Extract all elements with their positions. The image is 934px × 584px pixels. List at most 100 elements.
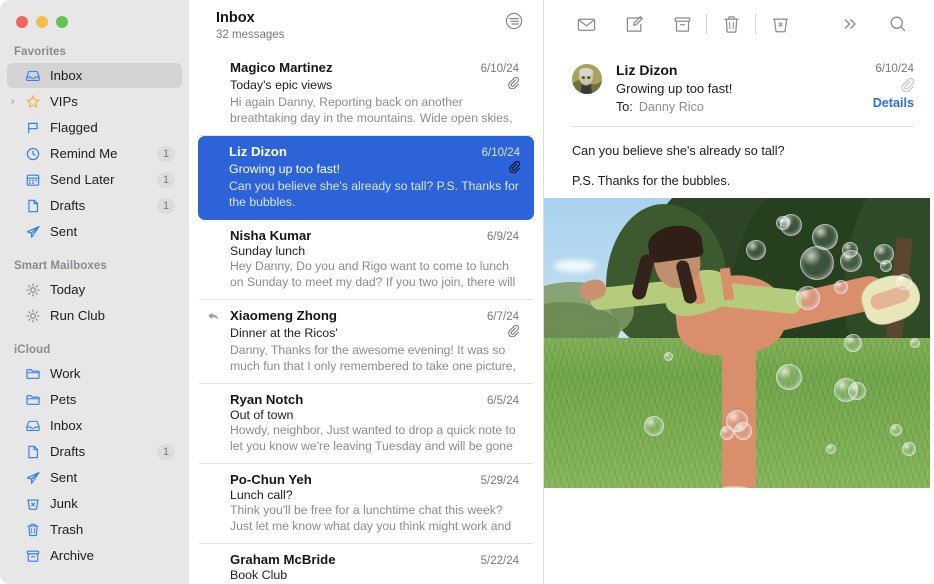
sidebar-item-today[interactable]: Today: [7, 277, 182, 302]
message-date: 6/7/24: [487, 311, 519, 323]
trash-icon: [25, 522, 41, 538]
sidebar-section-title: Favorites: [0, 40, 189, 63]
replied-icon: [207, 310, 220, 328]
mail-window: FavoritesInbox›VIPsFlaggedRemind Me1Send…: [0, 0, 934, 584]
sidebar-item-junk[interactable]: Junk: [7, 491, 182, 516]
sidebar-item-label: Sent: [50, 224, 77, 239]
sidebar-item-archive[interactable]: Archive: [7, 543, 182, 568]
sidebar-item-label: Junk: [50, 496, 78, 511]
window-controls: [0, 0, 189, 40]
sidebar-item-label: Flagged: [50, 120, 98, 135]
message-subject: Out of town: [230, 408, 293, 422]
sidebar-item-label: Drafts: [50, 198, 85, 213]
sidebar-item-label: Remind Me: [50, 146, 117, 161]
mark-unread-button[interactable]: [562, 7, 610, 41]
message-date: 5/29/24: [481, 475, 519, 487]
gear-icon: [25, 282, 45, 298]
sidebar-item-drafts[interactable]: Drafts1: [7, 439, 182, 464]
sidebar-item-sent[interactable]: Sent: [7, 219, 182, 244]
gear-icon: [25, 308, 45, 324]
sidebar-item-pets[interactable]: Pets: [7, 387, 182, 412]
message-row[interactable]: Magico Martinez6/10/24 Today's epic views…: [199, 52, 533, 136]
message-list-header: Inbox 32 messages: [189, 0, 543, 52]
sidebar-section-gap: [0, 329, 189, 338]
message-row[interactable]: Po-Chun Yeh5/29/24Lunch call?Think you'l…: [199, 464, 533, 544]
message-date: 6/10/24: [842, 62, 914, 75]
inbox-icon: [25, 418, 41, 434]
message-subject-line: Growing up too fast!: [229, 160, 520, 178]
message-subject: Sunday lunch: [230, 244, 305, 258]
message-subject: Dinner at the Ricos': [230, 326, 338, 340]
gear-icon: [25, 282, 41, 298]
sidebar-item-work[interactable]: Work: [7, 361, 182, 386]
flag-icon: [25, 120, 41, 136]
sidebar-item-run-club[interactable]: Run Club: [7, 303, 182, 328]
sidebar-item-label: Inbox: [50, 68, 82, 83]
sidebar-item-label: Inbox: [50, 418, 82, 433]
message-row-top: Magico Martinez6/10/24: [230, 60, 519, 75]
sidebar-item-remind-me[interactable]: Remind Me1: [7, 141, 182, 166]
zoom-button[interactable]: [56, 16, 68, 28]
unread-badge: 1: [157, 198, 175, 214]
sidebar-item-label: Send Later: [50, 172, 115, 187]
sidebar-item-label: Trash: [50, 522, 83, 537]
message-row[interactable]: Nisha Kumar6/9/24Sunday lunchHey Danny, …: [199, 220, 533, 300]
sidebar-section-gap: [0, 245, 189, 254]
sidebar-item-sent[interactable]: Sent: [7, 465, 182, 490]
filter-icon[interactable]: [503, 10, 525, 32]
sidebar-item-trash[interactable]: Trash: [7, 517, 182, 542]
sidebar-item-label: Work: [50, 366, 81, 381]
paper-plane-icon: [25, 470, 41, 486]
message-subject: Book Club: [230, 568, 287, 582]
delete-button[interactable]: [707, 7, 755, 41]
clock-icon: [25, 146, 41, 162]
attachment-photo[interactable]: [544, 198, 930, 488]
sidebar-section-gap: [0, 569, 189, 578]
double-chevron-right-icon[interactable]: [826, 7, 874, 41]
calendar-icon: [25, 172, 45, 188]
reading-pane: Liz Dizon Growing up too fast! To:Danny …: [544, 0, 934, 584]
message-row[interactable]: Ryan Notch6/5/24Out of townHowdy, neighb…: [199, 384, 533, 464]
message-row[interactable]: Graham McBride5/22/24Book ClubAre you fr…: [199, 544, 533, 584]
message-list[interactable]: Magico Martinez6/10/24 Today's epic views…: [189, 52, 543, 584]
inbox-icon: [25, 68, 41, 84]
chevron-right-icon[interactable]: ›: [11, 97, 14, 107]
sidebar: FavoritesInbox›VIPsFlaggedRemind Me1Send…: [0, 0, 189, 584]
sidebar-item-drafts[interactable]: Drafts 1: [7, 193, 182, 218]
message-subject: Today's epic views: [230, 78, 332, 92]
message-preview: Hey Danny, Do you and Rigo want to come …: [230, 259, 519, 290]
details-link[interactable]: Details: [842, 96, 914, 110]
message-sender: Liz Dizon: [229, 144, 287, 159]
to-label: To:: [616, 100, 633, 114]
paper-plane-icon: [25, 470, 45, 486]
message-row-selected[interactable]: Liz Dizon6/10/24Growing up too fast!Can …: [198, 136, 534, 220]
message-row-top: Xiaomeng Zhong6/7/24: [230, 308, 519, 323]
sidebar-item-label: Run Club: [50, 308, 105, 323]
close-button[interactable]: [16, 16, 28, 28]
sidebar-item-label: Sent: [50, 470, 77, 485]
message-preview: Think you'll be free for a lunchtime cha…: [230, 503, 519, 534]
message-list-pane: Inbox 32 messages Magico Martinez6/10/24…: [189, 0, 544, 584]
unread-badge: 1: [157, 172, 175, 188]
sidebar-item-inbox[interactable]: Inbox: [7, 413, 182, 438]
message-subject: Growing up too fast!: [229, 162, 340, 176]
message-preview: Howdy, neighbor, Just wanted to drop a q…: [230, 423, 519, 454]
message-row-top: Graham McBride5/22/24: [230, 552, 519, 567]
sidebar-item-flagged[interactable]: Flagged: [7, 115, 182, 140]
message-count: 32 messages: [216, 29, 529, 41]
sidebar-section-title: iCloud: [0, 338, 189, 361]
message-date: 6/5/24: [487, 395, 519, 407]
compose-button[interactable]: [610, 7, 658, 41]
sidebar-item-inbox[interactable]: Inbox: [7, 63, 182, 88]
message-row[interactable]: Xiaomeng Zhong6/7/24 Dinner at the Ricos'…: [199, 300, 533, 384]
archive-button[interactable]: [658, 7, 706, 41]
sidebar-item-vips[interactable]: ›VIPs: [7, 89, 182, 114]
sidebar-section-title: Smart Mailboxes: [0, 254, 189, 277]
message-body: Can you believe she's already so tall? P…: [544, 127, 934, 192]
search-icon[interactable]: [874, 7, 922, 41]
junk-bin-icon: [25, 496, 41, 512]
message-header-meta: 6/10/24 Details: [842, 62, 914, 110]
junk-button[interactable]: [756, 7, 804, 41]
minimize-button[interactable]: [36, 16, 48, 28]
sidebar-item-send-later[interactable]: Send Later 1: [7, 167, 182, 192]
